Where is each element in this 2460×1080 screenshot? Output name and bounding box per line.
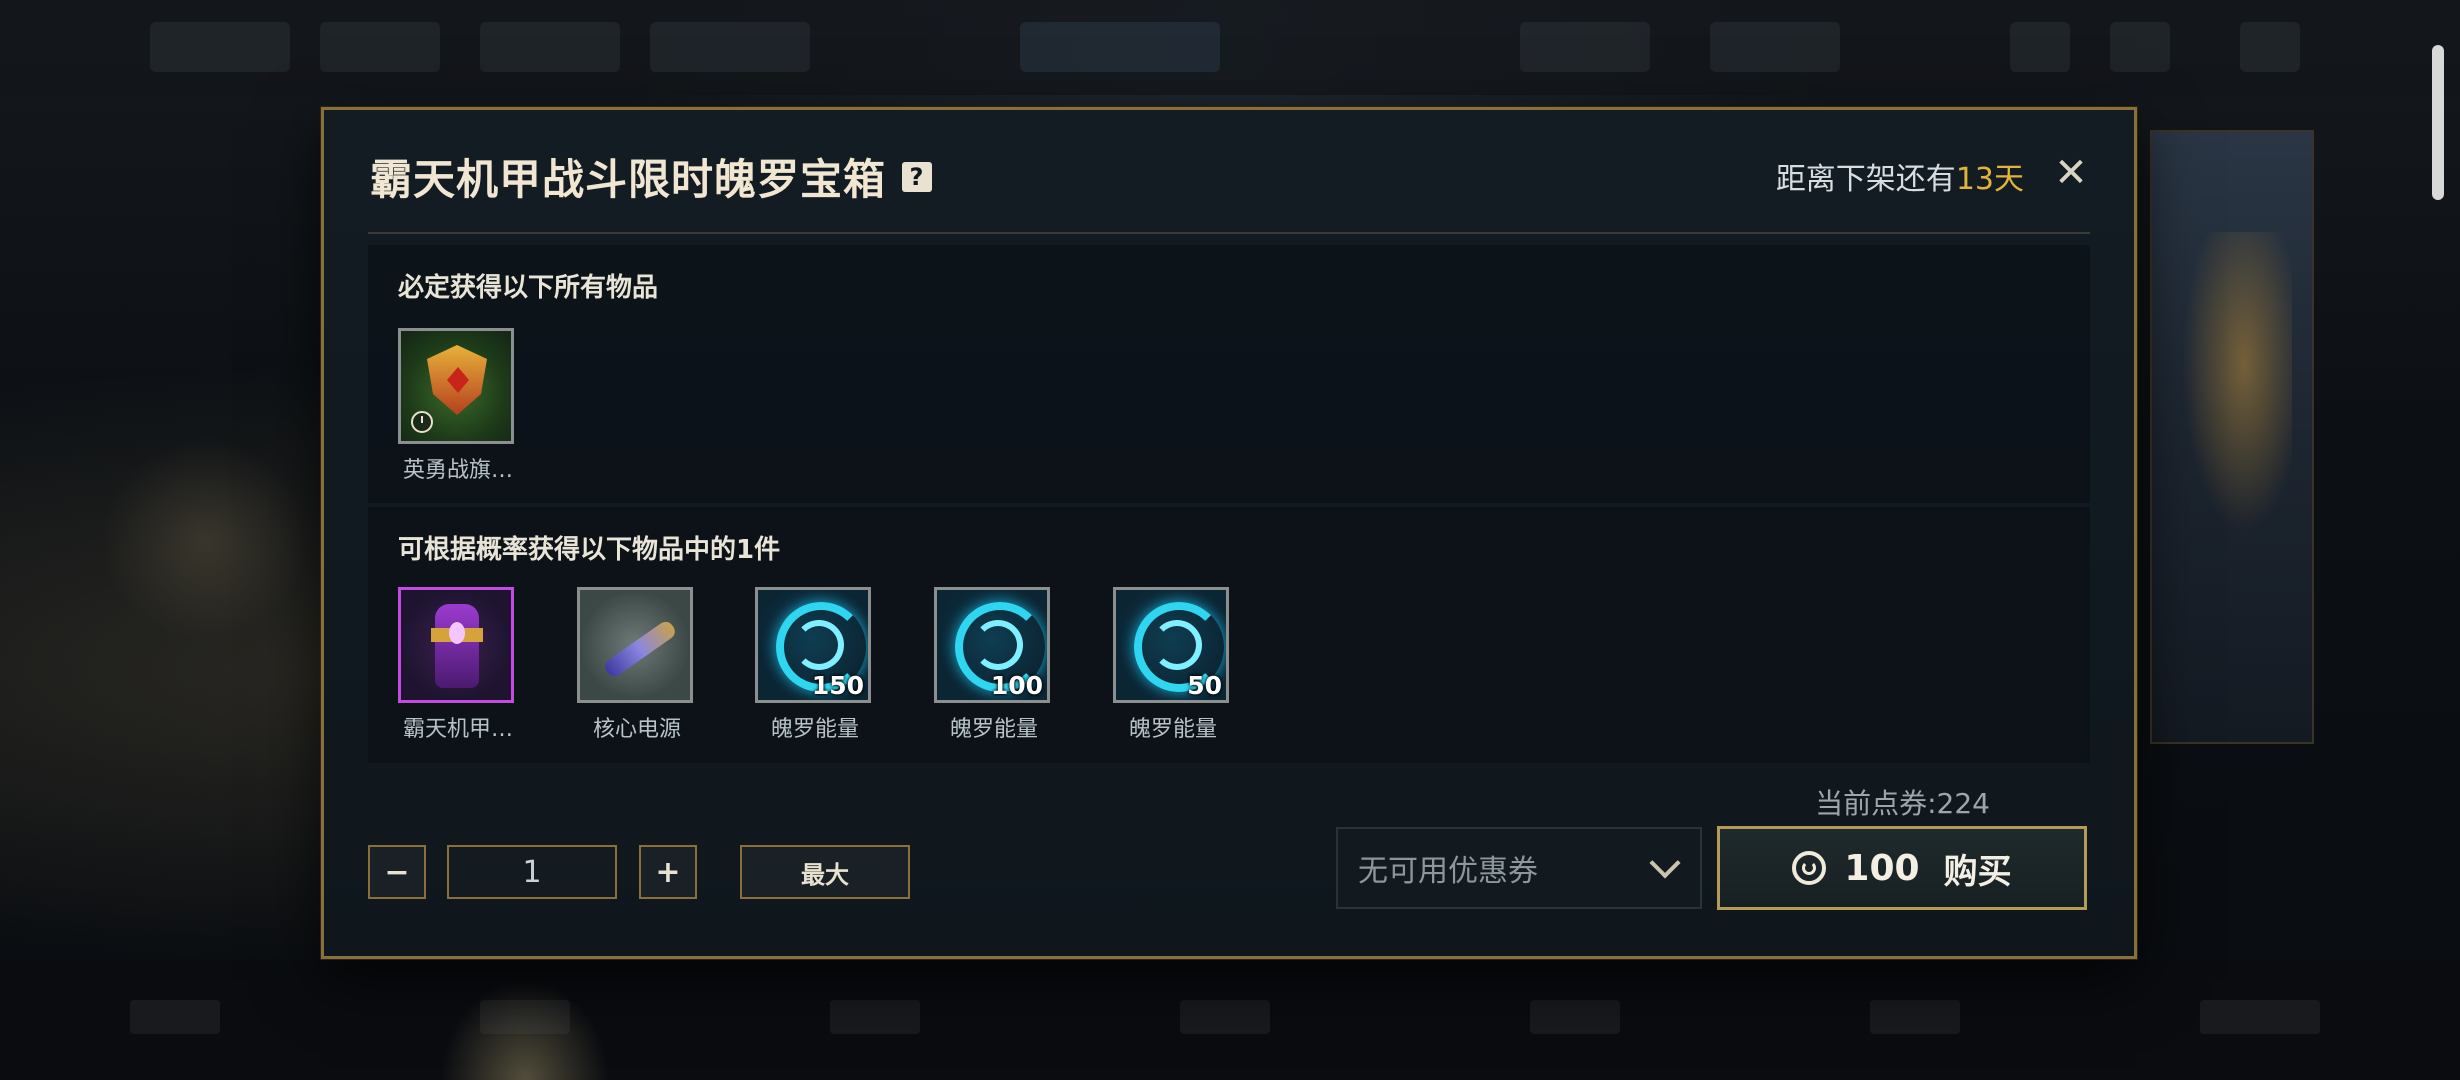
item-label: 核心电源 bbox=[592, 717, 681, 742]
item-frame: 150 bbox=[755, 587, 871, 703]
question-mark-icon[interactable]: ? bbox=[902, 161, 933, 192]
buy-button[interactable]: 100 购买 bbox=[1717, 826, 2087, 910]
item-label: 霸天机甲… bbox=[402, 717, 513, 742]
increase-quantity-button[interactable]: + bbox=[639, 845, 697, 899]
delist-countdown: 距离下架还有13天 bbox=[1776, 154, 2024, 198]
points-coin-icon bbox=[1792, 851, 1827, 885]
chevron-down-icon bbox=[1649, 847, 1681, 879]
reward-item-poro-energy-100[interactable]: 100 魄罗能量 bbox=[934, 587, 1054, 743]
item-frame bbox=[577, 587, 693, 703]
chest-purchase-dialog: 霸天机甲战斗限时魄罗宝箱 ? 距离下架还有13天 ✕ 必定获得以下所有物品 英勇… bbox=[321, 107, 2137, 959]
max-quantity-button[interactable]: 最大 bbox=[740, 845, 910, 899]
close-x-icon[interactable]: ✕ bbox=[2048, 150, 2094, 196]
item-label: 魄罗能量 bbox=[770, 717, 859, 742]
title-divider bbox=[368, 232, 2090, 234]
item-frame: 100 bbox=[934, 587, 1050, 703]
reward-item-core-power[interactable]: 核心电源 bbox=[577, 587, 697, 743]
countdown-prefix: 距离下架还有 bbox=[1775, 162, 1956, 197]
background-right-panel bbox=[2150, 130, 2314, 744]
coupon-select-value: 无可用优惠券 bbox=[1358, 854, 1538, 889]
banner-icon bbox=[401, 331, 511, 441]
item-label: 英勇战旗… bbox=[402, 458, 513, 483]
reward-item-lantern[interactable]: 霸天机甲… bbox=[398, 587, 518, 743]
coupon-select[interactable]: 无可用优惠券 bbox=[1336, 827, 1702, 909]
item-quantity: 150 bbox=[811, 671, 864, 700]
item-label: 魄罗能量 bbox=[1128, 717, 1217, 742]
item-frame: 50 bbox=[1113, 587, 1229, 703]
guaranteed-items-section: 必定获得以下所有物品 英勇战旗… bbox=[368, 245, 2090, 503]
dialog-title: 霸天机甲战斗限时魄罗宝箱 bbox=[370, 155, 887, 204]
core-power-icon bbox=[580, 590, 690, 700]
reward-item-poro-energy-50[interactable]: 50 魄罗能量 bbox=[1113, 587, 1233, 743]
lantern-icon bbox=[401, 590, 511, 700]
background-top-bar bbox=[0, 0, 2460, 95]
background-bottom-nav bbox=[0, 960, 2460, 1080]
buy-price: 100 bbox=[1844, 847, 1920, 889]
item-frame bbox=[398, 587, 514, 703]
current-points: 当前点券:224 bbox=[1815, 787, 1990, 820]
reward-item-banner[interactable]: 英勇战旗… bbox=[398, 328, 518, 484]
item-quantity: 50 bbox=[1187, 671, 1222, 700]
clock-icon bbox=[411, 411, 433, 433]
decrease-quantity-button[interactable]: − bbox=[368, 845, 426, 899]
item-label: 魄罗能量 bbox=[949, 717, 1038, 742]
item-quantity: 100 bbox=[990, 671, 1043, 700]
reward-item-poro-energy-150[interactable]: 150 魄罗能量 bbox=[755, 587, 875, 743]
random-section-title: 可根据概率获得以下物品中的1件 bbox=[398, 535, 781, 565]
scroll-handle[interactable] bbox=[2432, 45, 2444, 200]
random-items-section: 可根据概率获得以下物品中的1件 霸天机甲… 核心电源 150 魄罗能量 100 … bbox=[368, 507, 2090, 763]
buy-label: 购买 bbox=[1943, 851, 2012, 892]
countdown-days: 13天 bbox=[1955, 162, 2024, 197]
dialog-title-row: 霸天机甲战斗限时魄罗宝箱 ? bbox=[370, 146, 933, 207]
guaranteed-section-title: 必定获得以下所有物品 bbox=[398, 273, 659, 303]
background-left-glow bbox=[100, 440, 310, 640]
item-frame bbox=[398, 328, 514, 444]
quantity-input[interactable] bbox=[447, 845, 617, 899]
